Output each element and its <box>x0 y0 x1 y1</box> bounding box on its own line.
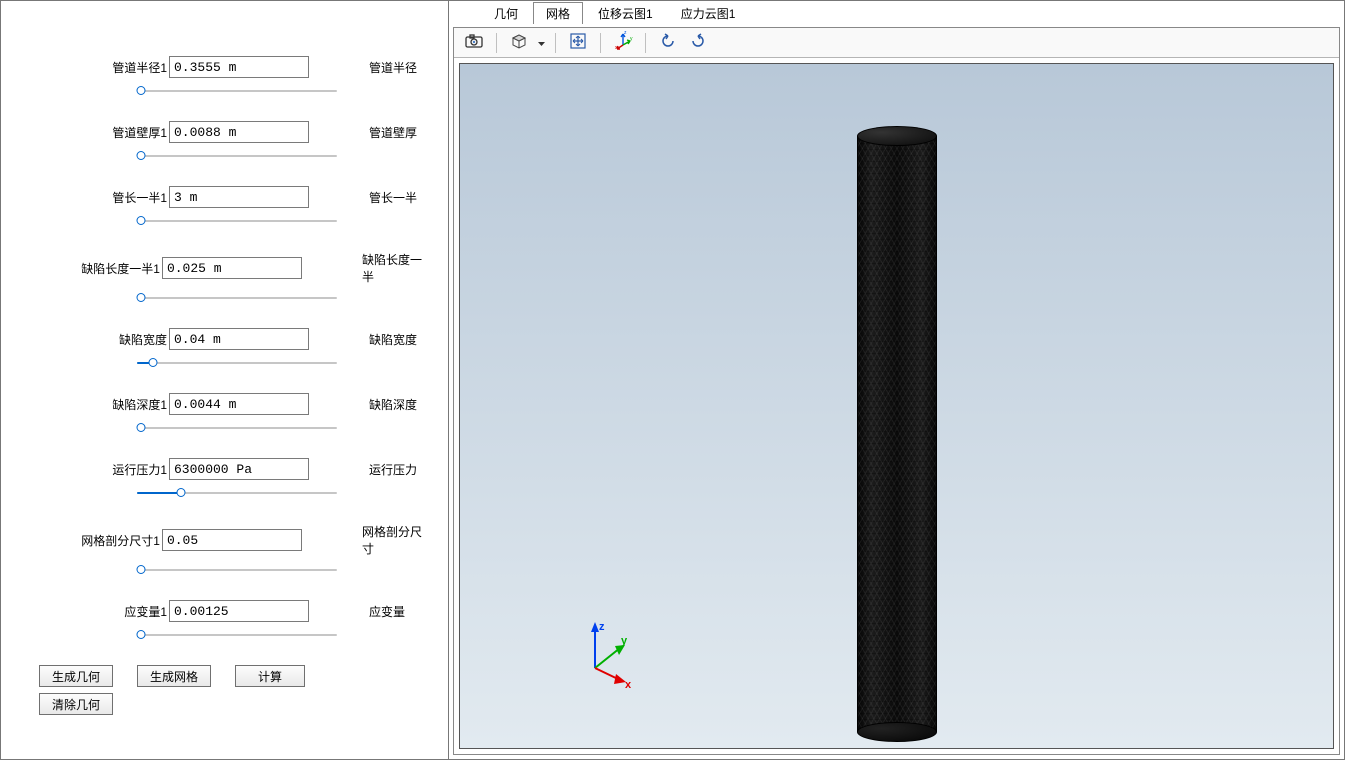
param-label-left: 管长一半1 <box>39 189 169 206</box>
app-root: 管道半径1管道半径管道壁厚1管道壁厚管长一半1管长一半缺陷长度一半1缺陷长度一半… <box>0 0 1345 760</box>
view-toolbar: zyx <box>454 28 1339 58</box>
cube-icon <box>510 32 528 53</box>
view-tab[interactable]: 网格 <box>533 2 583 24</box>
param-label-left: 缺陷宽度 <box>39 331 169 348</box>
param-label-right: 缺陷宽度 <box>369 331 417 348</box>
param-input[interactable] <box>162 257 302 279</box>
screenshot-button[interactable] <box>460 31 488 55</box>
zoom-extents-button[interactable] <box>564 31 592 55</box>
param-input[interactable] <box>169 121 309 143</box>
3d-viewport[interactable]: z y x <box>454 58 1339 754</box>
separator <box>600 33 601 53</box>
param-label-right: 应变量 <box>369 603 405 620</box>
param-slider[interactable] <box>137 213 337 229</box>
svg-text:y: y <box>630 36 633 42</box>
param-row: 管道半径1 管道半径 <box>39 56 430 78</box>
view-tab[interactable]: 几何 <box>481 2 531 24</box>
param-row: 网格剖分尺寸1 网格剖分尺寸 <box>39 523 430 557</box>
param-input[interactable] <box>169 458 309 480</box>
separator <box>645 33 646 53</box>
separator <box>555 33 556 53</box>
chevron-down-icon <box>538 36 545 50</box>
orientation-triad: z y x <box>570 618 640 688</box>
param-label-right: 运行压力 <box>369 461 417 478</box>
view-cube-button[interactable] <box>505 31 533 55</box>
clear-geometry-button[interactable]: 清除几何 <box>39 693 113 715</box>
param-row: 缺陷宽度 缺陷宽度 <box>39 328 430 350</box>
param-label-right: 管道半径 <box>369 59 417 76</box>
generate-geometry-button[interactable]: 生成几何 <box>39 665 113 687</box>
param-input[interactable] <box>162 529 302 551</box>
generate-mesh-button[interactable]: 生成网格 <box>137 665 211 687</box>
param-label-right: 管道壁厚 <box>369 124 417 141</box>
rotate-ccw-icon <box>659 32 677 53</box>
param-slider[interactable] <box>137 290 337 306</box>
param-row: 缺陷长度一半1 缺陷长度一半 <box>39 251 430 285</box>
param-label-left: 管道壁厚1 <box>39 124 169 141</box>
action-buttons-row2: 清除几何 <box>39 693 430 715</box>
param-input[interactable] <box>169 56 309 78</box>
rotate-cw-button[interactable] <box>684 31 712 55</box>
param-slider[interactable] <box>137 485 337 501</box>
param-label-right: 管长一半 <box>369 189 417 206</box>
view-tab[interactable]: 应力云图1 <box>668 2 749 24</box>
param-label-left: 运行压力1 <box>39 461 169 478</box>
param-row: 管长一半1 管长一半 <box>39 186 430 208</box>
param-label-left: 管道半径1 <box>39 59 169 76</box>
view-cube-dropdown[interactable] <box>535 31 547 55</box>
param-label-left: 缺陷长度一半1 <box>39 260 162 277</box>
default-view-button[interactable]: zyx <box>609 31 637 55</box>
param-row: 应变量1 应变量 <box>39 600 430 622</box>
param-input[interactable] <box>169 186 309 208</box>
action-buttons-row1: 生成几何 生成网格 计算 <box>39 665 430 687</box>
viewport-background: z y x <box>459 63 1334 749</box>
axis-x-label: x <box>625 679 632 688</box>
param-row: 缺陷深度1 缺陷深度 <box>39 393 430 415</box>
axis-z-label: z <box>599 621 605 633</box>
param-label-right: 网格剖分尺寸 <box>362 523 430 557</box>
param-label-right: 缺陷深度 <box>369 396 417 413</box>
mesh-cylinder <box>857 134 937 734</box>
param-input[interactable] <box>169 393 309 415</box>
param-slider[interactable] <box>137 148 337 164</box>
param-row: 运行压力1 运行压力 <box>39 458 430 480</box>
right-panel: 几何网格位移云图1应力云图1 <box>449 1 1344 759</box>
view-tabs: 几何网格位移云图1应力云图1 <box>449 1 1344 23</box>
param-input[interactable] <box>169 600 309 622</box>
parameter-panel: 管道半径1管道半径管道壁厚1管道壁厚管长一半1管长一半缺陷长度一半1缺陷长度一半… <box>1 1 449 759</box>
rotate-ccw-button[interactable] <box>654 31 682 55</box>
zoom-extents-icon <box>569 32 587 53</box>
param-slider[interactable] <box>137 420 337 436</box>
param-slider[interactable] <box>137 355 337 371</box>
param-slider[interactable] <box>137 627 337 643</box>
param-slider[interactable] <box>137 562 337 578</box>
param-row: 管道壁厚1 管道壁厚 <box>39 121 430 143</box>
param-label-left: 缺陷深度1 <box>39 396 169 413</box>
separator <box>496 33 497 53</box>
param-label-right: 缺陷长度一半 <box>362 251 430 285</box>
param-label-left: 网格剖分尺寸1 <box>39 532 162 549</box>
svg-text:z: z <box>624 31 627 36</box>
view-container: zyx <box>453 27 1340 755</box>
view-tab[interactable]: 位移云图1 <box>585 2 666 24</box>
camera-icon <box>465 34 483 51</box>
param-input[interactable] <box>169 328 309 350</box>
rotate-cw-icon <box>689 32 707 53</box>
axis-y-label: y <box>621 635 628 647</box>
param-label-left: 应变量1 <box>39 603 169 620</box>
compute-button[interactable]: 计算 <box>235 665 305 687</box>
param-slider[interactable] <box>137 83 337 99</box>
axes-icon: zyx <box>613 31 633 54</box>
